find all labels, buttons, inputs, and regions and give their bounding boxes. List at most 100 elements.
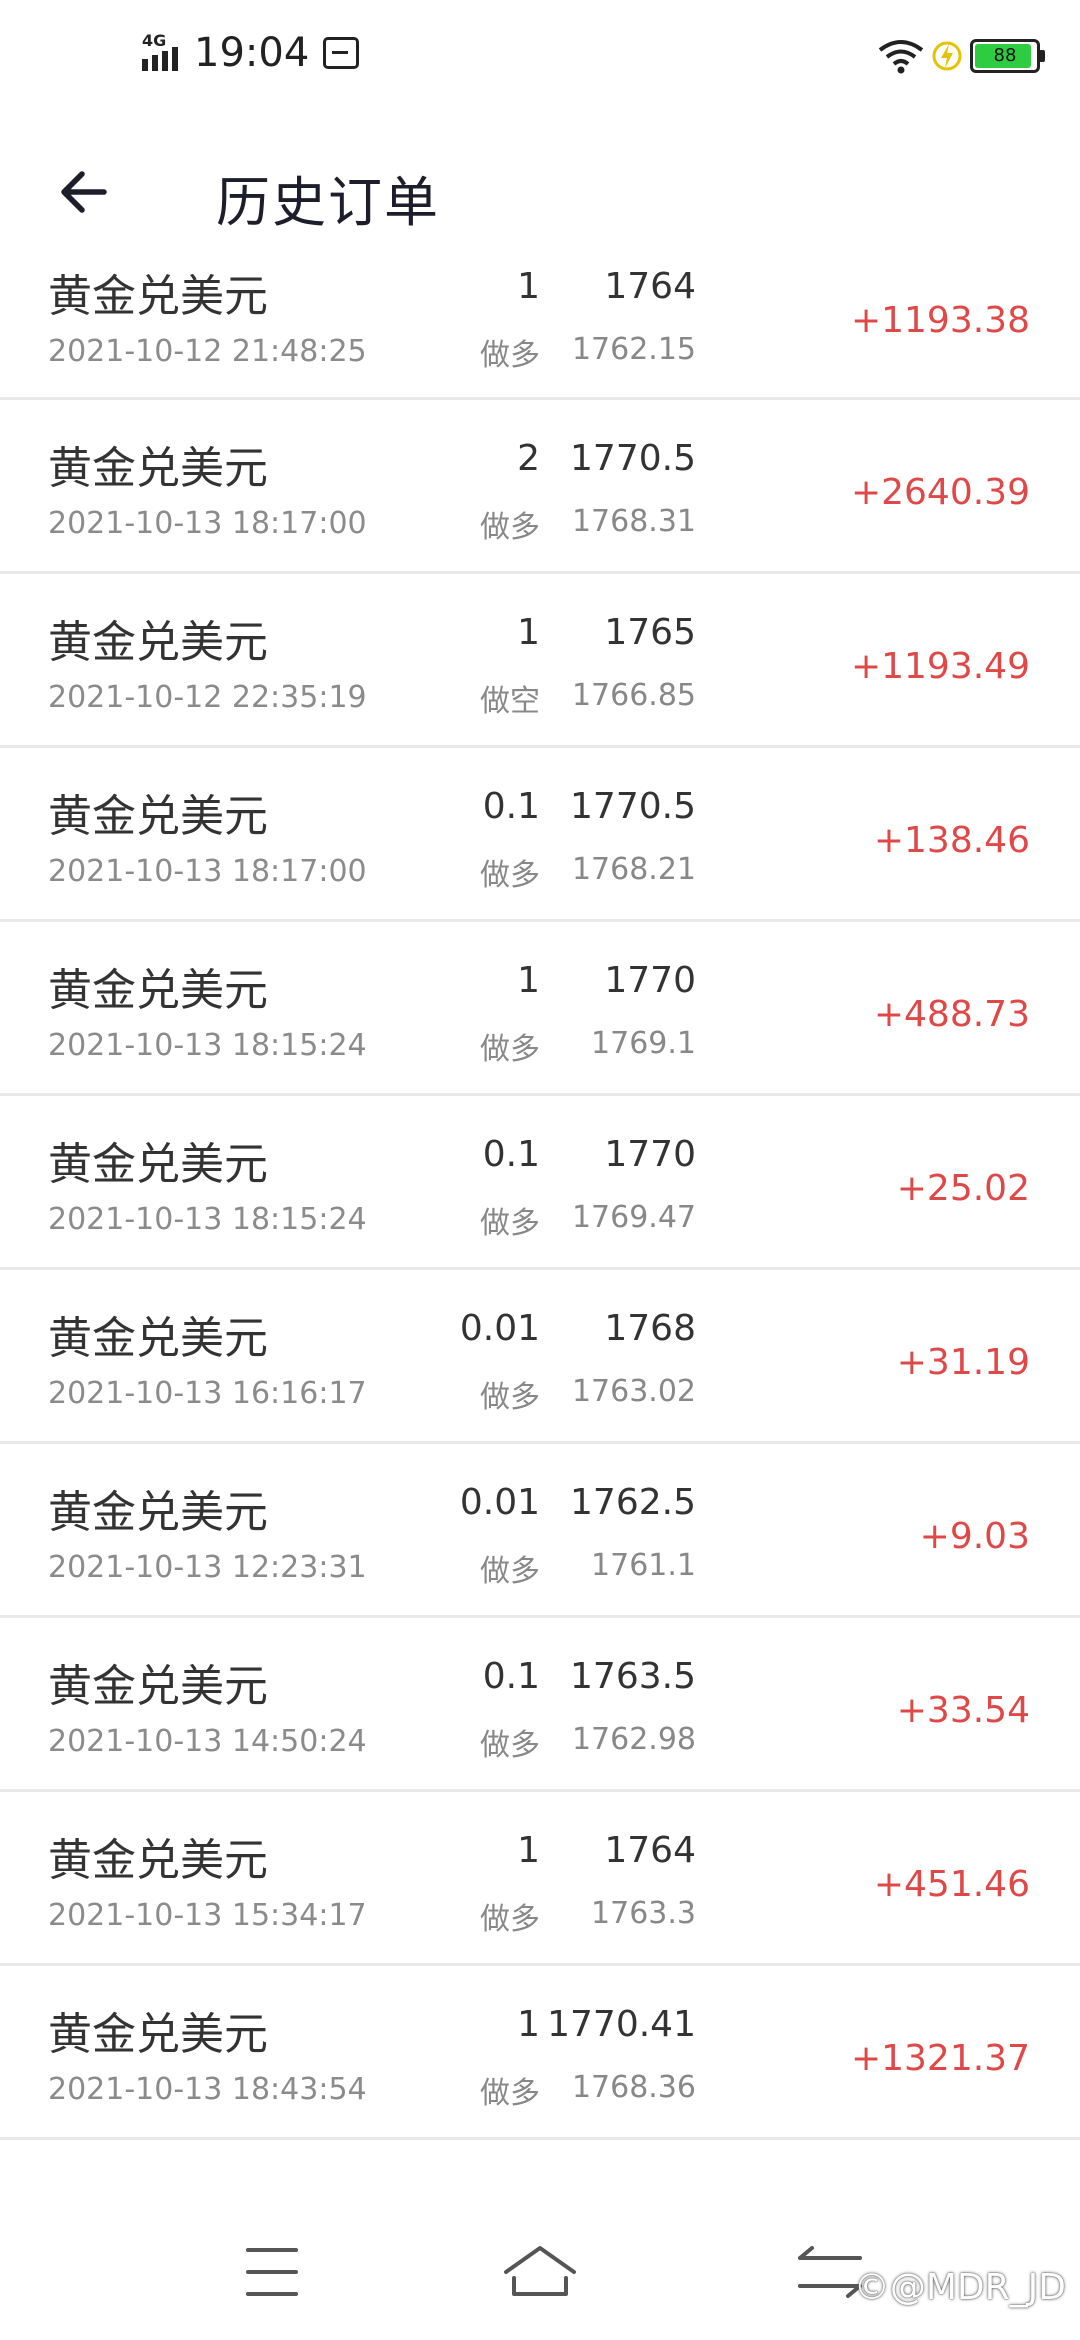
order-row[interactable]: 黄金兑美元 2021-10-13 18:43:54 1 做多 1770.41 1… — [0, 1966, 1080, 2140]
order-time: 2021-10-13 18:43:54 — [48, 2072, 367, 2107]
order-open-price: 1770 — [604, 1134, 696, 1175]
order-direction: 做空 — [480, 684, 540, 719]
order-close-price: 1768.36 — [571, 2070, 696, 2105]
order-row[interactable]: 黄金兑美元 2021-10-12 22:35:19 1 做空 1765 1766… — [0, 574, 1080, 748]
network-type: 4G — [142, 31, 167, 50]
system-nav-bar: ©@MDR_JD — [0, 2220, 1080, 2340]
order-time: 2021-10-13 18:17:00 — [48, 506, 367, 541]
status-left: 4G 19:04 — [140, 30, 360, 76]
mail-notification-icon — [323, 37, 360, 69]
app-header: 历史订单 — [0, 120, 1080, 260]
order-row[interactable]: 黄金兑美元 2021-10-13 16:16:17 0.01 做多 1768 1… — [0, 1270, 1080, 1444]
order-profit: +451.46 — [873, 1864, 1030, 1905]
order-quantity: 0.1 — [482, 786, 540, 827]
order-row[interactable]: 黄金兑美元 2021-10-13 15:34:17 1 做多 1764 1763… — [0, 1792, 1080, 1966]
order-quantity: 0.1 — [482, 1656, 540, 1697]
order-time: 2021-10-12 22:35:19 — [48, 680, 367, 715]
order-time: 2021-10-13 18:15:24 — [48, 1028, 367, 1063]
charging-icon — [932, 41, 962, 71]
order-direction: 做多 — [480, 1380, 540, 1415]
cellular-signal-icon: 4G — [140, 31, 186, 75]
order-row[interactable]: 黄金兑美元 2021-10-13 12:23:31 0.01 做多 1762.5… — [0, 1444, 1080, 1618]
order-direction: 做多 — [480, 338, 540, 373]
order-close-price: 1768.21 — [571, 852, 696, 887]
order-open-price: 1763.5 — [570, 1656, 696, 1697]
order-profit: +1193.38 — [850, 300, 1030, 341]
order-close-price: 1763.3 — [591, 1896, 696, 1931]
order-row[interactable]: 黄金兑美元 2021-10-13 18:15:24 1 做多 1770 1769… — [0, 922, 1080, 1096]
order-quantity: 0.01 — [459, 1308, 540, 1349]
order-direction: 做多 — [480, 1554, 540, 1589]
order-profit: +1193.49 — [850, 646, 1030, 687]
wifi-icon — [878, 40, 924, 74]
order-quantity: 1 — [517, 266, 540, 307]
order-row[interactable]: 黄金兑美元 2021-10-13 18:15:24 0.1 做多 1770 17… — [0, 1096, 1080, 1270]
order-open-price: 1764 — [604, 1830, 696, 1871]
order-quantity: 1 — [517, 612, 540, 653]
menu-button[interactable] — [212, 2220, 332, 2330]
order-profit: +488.73 — [873, 994, 1030, 1035]
order-time: 2021-10-13 18:17:00 — [48, 854, 367, 889]
status-time: 19:04 — [194, 30, 310, 76]
order-direction: 做多 — [480, 1206, 540, 1241]
order-close-price: 1762.98 — [571, 1722, 696, 1757]
order-symbol: 黄金兑美元 — [48, 617, 268, 668]
order-close-price: 1769.1 — [591, 1026, 696, 1061]
order-symbol: 黄金兑美元 — [48, 1487, 268, 1538]
watermark: ©@MDR_JD — [853, 2267, 1066, 2308]
order-time: 2021-10-12 21:48:25 — [48, 334, 367, 369]
status-right: 88 — [876, 38, 1045, 74]
order-symbol: 黄金兑美元 — [48, 1139, 268, 1190]
order-close-price: 1762.15 — [571, 332, 696, 367]
order-direction: 做多 — [480, 510, 540, 545]
order-symbol: 黄金兑美元 — [48, 965, 268, 1016]
menu-icon — [246, 2248, 298, 2296]
arrow-left-icon — [61, 171, 107, 213]
order-time: 2021-10-13 18:15:24 — [48, 1202, 367, 1237]
battery-percent: 88 — [993, 45, 1017, 66]
order-profit: +25.02 — [896, 1168, 1030, 1209]
order-time: 2021-10-13 12:23:31 — [48, 1550, 367, 1585]
order-profit: +9.03 — [919, 1516, 1030, 1557]
order-open-price: 1770.41 — [547, 2004, 696, 2045]
order-direction: 做多 — [480, 858, 540, 893]
order-symbol: 黄金兑美元 — [48, 443, 268, 494]
home-icon — [504, 2246, 576, 2296]
home-button[interactable] — [480, 2220, 600, 2330]
page-title: 历史订单 — [216, 171, 440, 234]
order-close-price: 1761.1 — [591, 1548, 696, 1583]
order-profit: +31.19 — [896, 1342, 1030, 1383]
order-open-price: 1768 — [604, 1308, 696, 1349]
order-list[interactable]: 黄金兑美元 2021-10-12 21:48:25 1 做多 1764 1762… — [0, 262, 1080, 2140]
order-quantity: 1 — [517, 960, 540, 1001]
order-symbol: 黄金兑美元 — [48, 1835, 268, 1886]
order-open-price: 1764 — [604, 266, 696, 307]
order-open-price: 1765 — [604, 612, 696, 653]
order-row[interactable]: 黄金兑美元 2021-10-13 18:17:00 0.1 做多 1770.5 … — [0, 748, 1080, 922]
order-direction: 做多 — [480, 1902, 540, 1937]
order-quantity: 0.01 — [459, 1482, 540, 1523]
status-bar: 4G 19:04 88 — [0, 0, 1080, 120]
order-open-price: 1770.5 — [570, 786, 696, 827]
order-close-price: 1769.47 — [571, 1200, 696, 1235]
order-row[interactable]: 黄金兑美元 2021-10-13 14:50:24 0.1 做多 1763.5 … — [0, 1618, 1080, 1792]
order-row[interactable]: 黄金兑美元 2021-10-12 21:48:25 1 做多 1764 1762… — [0, 262, 1080, 400]
order-quantity: 1 — [517, 2004, 540, 2045]
order-time: 2021-10-13 16:16:17 — [48, 1376, 367, 1411]
order-close-price: 1768.31 — [571, 504, 696, 539]
order-symbol: 黄金兑美元 — [48, 791, 268, 842]
order-symbol: 黄金兑美元 — [48, 2009, 268, 2060]
order-symbol: 黄金兑美元 — [48, 271, 268, 322]
order-symbol: 黄金兑美元 — [48, 1313, 268, 1364]
back-button[interactable] — [52, 160, 116, 224]
order-direction: 做多 — [480, 2076, 540, 2111]
order-quantity: 2 — [517, 438, 540, 479]
order-profit: +33.54 — [896, 1690, 1030, 1731]
order-open-price: 1770.5 — [570, 438, 696, 479]
order-profit: +138.46 — [873, 820, 1030, 861]
order-row[interactable]: 黄金兑美元 2021-10-13 18:17:00 2 做多 1770.5 17… — [0, 400, 1080, 574]
order-time: 2021-10-13 14:50:24 — [48, 1724, 367, 1759]
order-close-price: 1766.85 — [571, 678, 696, 713]
order-direction: 做多 — [480, 1728, 540, 1763]
order-close-price: 1763.02 — [571, 1374, 696, 1409]
